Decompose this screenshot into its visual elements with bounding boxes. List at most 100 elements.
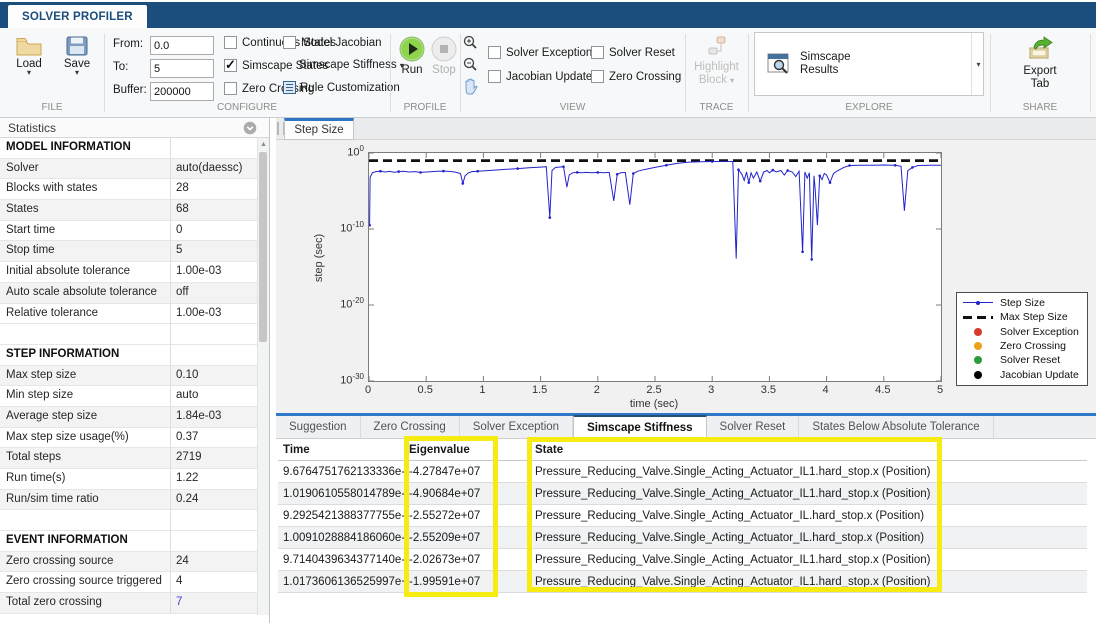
statistics-row[interactable]: Initial absolute tolerance1.00e-03 [0, 262, 257, 283]
stat-value: 0.10 [171, 366, 257, 386]
checkbox-solver-reset-view[interactable]: Solver Reset [591, 46, 675, 59]
share-section-label: SHARE [990, 102, 1090, 113]
legend-dashed-icon [961, 316, 995, 319]
statistics-row[interactable]: Max step size usage(%)0.37 [0, 428, 257, 449]
statistics-row[interactable]: STEP INFORMATION [0, 345, 257, 366]
results-tab-solver-exception[interactable]: Solver Exception [460, 416, 573, 438]
tab-step-size[interactable]: Step Size [284, 118, 354, 140]
checkbox-icon[interactable] [488, 70, 501, 83]
statistics-row[interactable]: Solverauto(daessc) [0, 159, 257, 180]
column-header[interactable]: Eigenvalue [404, 444, 530, 456]
stat-label: Solver [0, 159, 171, 179]
simscape-stiffness-dropdown[interactable]: Simscape Stiffness ▾ [299, 59, 404, 71]
step-size-plot[interactable] [368, 152, 942, 382]
statistics-row[interactable]: Blocks with states28 [0, 179, 257, 200]
checkbox-solver-exception-view[interactable]: Solver Exception [488, 46, 592, 59]
statistics-row[interactable]: Run time(s)1.22 [0, 469, 257, 490]
statistics-row[interactable] [0, 324, 257, 345]
table-row[interactable]: 1.0190610558014789e-04-4.90684e+07Pressu… [278, 483, 1087, 505]
statistics-row[interactable]: EVENT INFORMATION [0, 531, 257, 552]
chevron-down-icon[interactable]: ▾ [75, 70, 79, 76]
chevron-down-icon[interactable]: ▾ [27, 70, 31, 76]
zoom-in-icon[interactable] [463, 35, 477, 49]
rule-customization-button[interactable]: Rule Customization [283, 81, 400, 94]
highlight-block-button[interactable]: Highlight Block ▾ [685, 36, 748, 87]
results-tab-suggestion[interactable]: Suggestion [276, 416, 361, 438]
scrollbar-up-icon[interactable]: ▲ [258, 139, 269, 151]
statistics-row[interactable]: Relative tolerance1.00e-03 [0, 304, 257, 325]
statistics-row[interactable]: Stop time5 [0, 241, 257, 262]
section-divider [104, 34, 105, 112]
legend-label: Step Size [1000, 297, 1045, 309]
y-tick-label: 10-10 [330, 220, 364, 235]
simscape-results-button[interactable]: Simscape Results [755, 33, 983, 95]
table-row[interactable]: 9.2925421388377755e-03-2.55272e+07Pressu… [278, 505, 1087, 527]
checkbox-icon[interactable] [224, 59, 237, 72]
table-cell: -2.55209e+07 [404, 532, 530, 544]
stat-value [171, 324, 257, 344]
buffer-input[interactable] [150, 82, 214, 101]
export-tab-button[interactable]: Export Tab [990, 36, 1090, 91]
stat-value [171, 138, 257, 158]
simscape-results-label: Simscape [800, 51, 851, 63]
checkbox-icon[interactable] [591, 70, 604, 83]
scrollbar-thumb[interactable] [259, 152, 267, 342]
checkbox-icon[interactable] [283, 36, 296, 49]
statistics-row[interactable]: Min step sizeauto [0, 386, 257, 407]
stat-value [171, 510, 257, 530]
run-button[interactable]: Run [396, 36, 428, 76]
statistics-row[interactable]: Run/sim time ratio0.24 [0, 490, 257, 511]
statistics-row[interactable]: States68 [0, 200, 257, 221]
checkbox-model-jacobian[interactable]: Model Jacobian [283, 36, 382, 49]
zoom-out-icon[interactable] [463, 57, 477, 71]
statistics-row[interactable]: Total steps2719 [0, 448, 257, 469]
statistics-row[interactable] [0, 510, 257, 531]
statistics-row[interactable]: Zero crossing source24 [0, 552, 257, 573]
checkbox-label: Zero Crossing [609, 71, 681, 83]
table-row[interactable]: 9.6764751762133336e-05-4.27847e+07Pressu… [278, 461, 1087, 483]
stat-label: States [0, 200, 171, 220]
x-tick-label: 0.5 [405, 384, 445, 396]
statistics-row[interactable]: Average step size1.84e-03 [0, 407, 257, 428]
from-input[interactable] [150, 36, 214, 55]
stat-value: 2719 [171, 448, 257, 468]
table-row[interactable]: 1.0173606136525997e+00-1.99591e+07Pressu… [278, 571, 1087, 593]
checkbox-icon[interactable] [224, 36, 237, 49]
save-button[interactable]: Save ▾ [56, 36, 98, 76]
stop-button[interactable]: Stop [428, 36, 460, 76]
statistics-row[interactable]: Start time0 [0, 221, 257, 242]
load-button[interactable]: Load ▾ [8, 36, 50, 76]
stat-label: Run time(s) [0, 469, 171, 489]
collapse-panel-icon[interactable] [243, 121, 257, 135]
gallery-dropdown-button[interactable]: ▾ [971, 33, 985, 95]
checkbox-zero-crossing-view[interactable]: Zero Crossing [591, 70, 681, 83]
results-tab-simscape-stiffness[interactable]: Simscape Stiffness [573, 415, 706, 438]
results-tab-solver-reset[interactable]: Solver Reset [707, 416, 800, 438]
table-row[interactable]: 1.0091028884186060e-02-2.55209e+07Pressu… [278, 527, 1087, 549]
checkbox-icon[interactable] [488, 46, 501, 59]
results-tab-zero-crossing[interactable]: Zero Crossing [361, 416, 460, 438]
stat-value: 1.22 [171, 469, 257, 489]
statistics-row[interactable]: Auto scale absolute toleranceoff [0, 283, 257, 304]
column-header[interactable]: Time [278, 444, 404, 456]
checkbox-icon[interactable] [224, 82, 237, 95]
to-input[interactable] [150, 59, 214, 78]
statistics-row[interactable]: Total zero crossing7 [0, 593, 257, 614]
legend-line-icon [961, 302, 995, 304]
checkbox-jacobian-update-view[interactable]: Jacobian Update [488, 70, 592, 83]
column-header[interactable]: State [530, 444, 1087, 456]
stat-label: Initial absolute tolerance [0, 262, 171, 282]
x-tick-label: 2.5 [634, 384, 674, 396]
simscape-results-icon [767, 53, 791, 75]
stat-label: Min step size [0, 386, 171, 406]
results-tab-states-below-absolute-tolerance[interactable]: States Below Absolute Tolerance [799, 416, 993, 438]
checkbox-icon[interactable] [591, 46, 604, 59]
pan-hand-icon[interactable] [462, 78, 478, 95]
statistics-row[interactable]: Zero crossing source triggered4 [0, 572, 257, 593]
ribbon-tab-solver-profiler[interactable]: SOLVER PROFILER [8, 5, 147, 28]
table-row[interactable]: 9.7140439634377140e-01-2.02673e+07Pressu… [278, 549, 1087, 571]
stat-label: MODEL INFORMATION [0, 138, 171, 158]
statistics-title: Statistics [8, 121, 56, 135]
statistics-row[interactable]: MODEL INFORMATION [0, 138, 257, 159]
statistics-row[interactable]: Max step size0.10 [0, 366, 257, 387]
